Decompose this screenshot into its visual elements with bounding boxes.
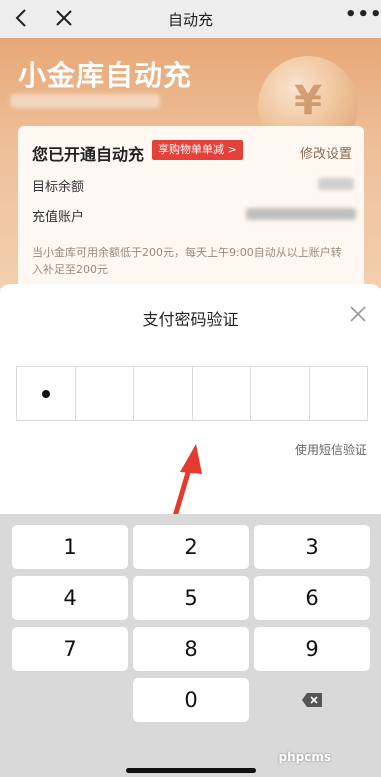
yuan-icon: ¥ xyxy=(294,78,322,124)
key-4[interactable]: 4 xyxy=(12,576,128,620)
key-6[interactable]: 6 xyxy=(254,576,370,620)
recharge-account-label: 充值账户 xyxy=(32,210,85,225)
pin-cell xyxy=(193,367,251,420)
pin-cell xyxy=(310,367,368,420)
pin-cell xyxy=(251,367,310,420)
pin-input[interactable] xyxy=(16,366,368,421)
key-9[interactable]: 9 xyxy=(254,627,370,671)
key-3[interactable]: 3 xyxy=(254,525,370,569)
key-0[interactable]: 0 xyxy=(133,678,249,722)
key-5[interactable]: 5 xyxy=(133,576,249,620)
backspace-icon xyxy=(302,693,322,707)
target-balance-label: 目标余额 xyxy=(32,180,85,195)
modify-settings-link[interactable]: 修改设置 xyxy=(300,143,352,162)
key-2[interactable]: 2 xyxy=(133,525,249,569)
top-navbar: 自动充 ••• xyxy=(0,0,381,38)
promo-tag[interactable]: 享购物单单减 > xyxy=(152,140,243,160)
pin-dot xyxy=(41,389,50,398)
sms-verify-link[interactable]: 使用短信验证 xyxy=(295,441,367,458)
numeric-keypad: 1 2 3 4 5 6 7 8 9 0 phpcms xyxy=(0,514,381,777)
key-1[interactable]: 1 xyxy=(12,525,128,569)
close-icon[interactable] xyxy=(347,303,369,325)
recharge-account-value-blurred xyxy=(246,208,356,220)
auto-recharge-card: 您已开通自动充 享购物单单减 > 修改设置 目标余额 充值账户 当小金库可用余额… xyxy=(18,126,364,288)
more-menu-button[interactable]: ••• xyxy=(345,6,381,28)
pin-cell xyxy=(134,367,193,420)
modal-title: 支付密码验证 xyxy=(142,310,239,329)
hero-subtitle-blurred xyxy=(10,94,160,108)
key-7[interactable]: 7 xyxy=(12,627,128,671)
target-balance-value-blurred xyxy=(318,178,354,190)
key-8[interactable]: 8 xyxy=(133,627,249,671)
pin-cell xyxy=(76,367,134,420)
auto-recharge-page: 小金库自动充 ¥ 您已开通自动充 享购物单单减 > 修改设置 目标余额 充值账户… xyxy=(0,38,381,288)
hero-title: 小金库自动充 xyxy=(18,59,193,92)
page-title: 自动充 xyxy=(167,11,213,29)
watermark: phpcms xyxy=(278,750,331,764)
card-title: 您已开通自动充 xyxy=(32,145,145,164)
home-indicator[interactable] xyxy=(126,768,256,773)
card-note: 当小金库可用余额低于200元，每天上午9:00自动从以上账户转入补足至200元 xyxy=(32,246,342,276)
delete-key[interactable] xyxy=(254,678,370,722)
pin-cell xyxy=(17,367,76,420)
